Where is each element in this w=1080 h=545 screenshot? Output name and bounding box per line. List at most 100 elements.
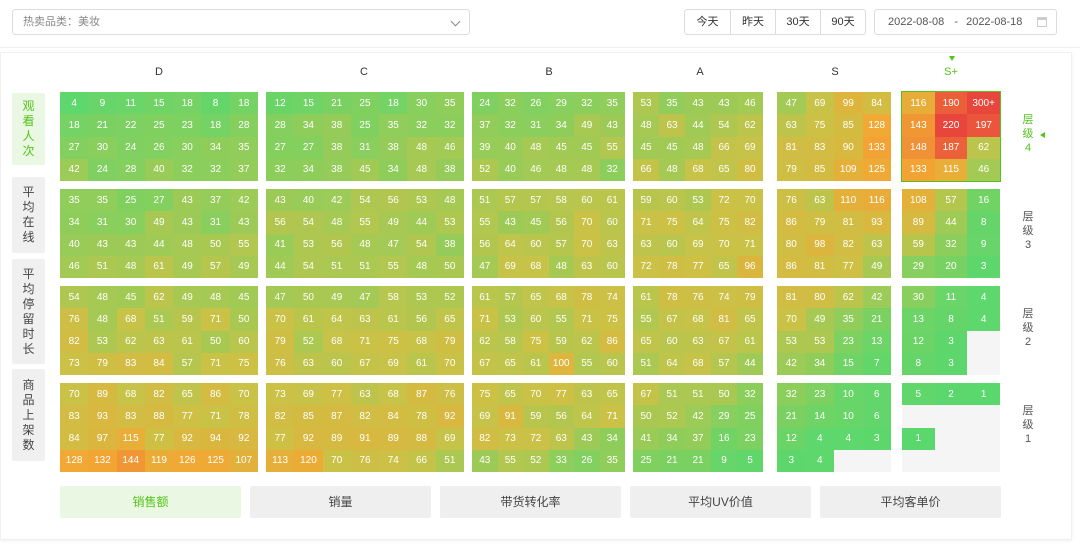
date-range-picker[interactable]: 2022-08-08 - 2022-08-18 — [874, 9, 1057, 35]
heatmap-cell[interactable]: 45 — [574, 136, 600, 159]
heatmap-cell[interactable]: 6 — [862, 383, 891, 406]
heatmap-cell[interactable]: 42 — [229, 189, 258, 212]
heatmap-cell[interactable]: 18 — [201, 114, 230, 137]
heatmap-cell[interactable]: 6 — [862, 405, 891, 428]
range-yesterday-button[interactable]: 昨天 — [730, 10, 775, 34]
heatmap-cell[interactable] — [934, 405, 968, 428]
heatmap-cell[interactable]: 51 — [88, 255, 117, 278]
bottom-tab-1[interactable]: 销量 — [250, 486, 431, 518]
heatmap-cell[interactable]: 88 — [144, 405, 174, 428]
heatmap-cell[interactable]: 50 — [229, 308, 258, 331]
heatmap-cell[interactable]: 94 — [201, 427, 230, 450]
heatmap-cell[interactable]: 70 — [322, 449, 351, 472]
heatmap-cell[interactable]: 26 — [144, 136, 174, 159]
heatmap-cell[interactable]: 68 — [685, 352, 711, 375]
heatmap-cell[interactable]: 76 — [777, 189, 806, 212]
heatmap-cell[interactable]: 77 — [144, 427, 174, 450]
heatmap-cell[interactable]: 83 — [116, 352, 145, 375]
heatmap-cell[interactable]: 10 — [834, 383, 863, 406]
heatmap-cell[interactable]: 30 — [902, 286, 935, 309]
heatmap-cell[interactable]: 85 — [294, 405, 323, 428]
heatmap-cell[interactable]: 57 — [711, 352, 737, 375]
heatmap-cell[interactable]: 78 — [229, 405, 258, 428]
heatmap-cell[interactable]: 72 — [711, 189, 737, 212]
heatmap-cell[interactable]: 85 — [834, 114, 863, 137]
heatmap-cell[interactable]: 62 — [834, 286, 863, 309]
heatmap-cell[interactable]: 63 — [574, 383, 600, 406]
heatmap-cell[interactable]: 51 — [472, 189, 498, 212]
heatmap-cell[interactable]: 69 — [497, 255, 523, 278]
heatmap-cell[interactable]: 70 — [777, 308, 806, 331]
heatmap-cell[interactable]: 148 — [902, 136, 935, 159]
heatmap-cell[interactable]: 78 — [659, 286, 685, 309]
heatmap-cell[interactable]: 10 — [834, 405, 863, 428]
heatmap-cell[interactable]: 76 — [685, 286, 711, 309]
heatmap-cell[interactable]: 48 — [116, 255, 145, 278]
range-today-button[interactable]: 今天 — [685, 10, 730, 34]
heatmap-cell[interactable]: 18 — [173, 92, 202, 115]
heatmap-cell[interactable]: 48 — [548, 255, 574, 278]
heatmap-cell[interactable]: 27 — [266, 136, 295, 159]
heatmap-cell[interactable]: 20 — [934, 255, 968, 278]
heatmap-cell[interactable] — [967, 330, 1000, 353]
heatmap-cell[interactable]: 63 — [574, 255, 600, 278]
heatmap-cell[interactable]: 48 — [407, 158, 436, 181]
heatmap-cell[interactable]: 54 — [407, 233, 436, 256]
heatmap-cell[interactable]: 4 — [834, 427, 863, 450]
heatmap-cell[interactable]: 25 — [350, 92, 380, 115]
heatmap-cell[interactable]: 63 — [548, 427, 574, 450]
heatmap-cell[interactable]: 70 — [523, 383, 549, 406]
heatmap-cell[interactable]: 73 — [60, 352, 89, 375]
heatmap-cell[interactable]: 66 — [711, 136, 737, 159]
heatmap-cell[interactable]: 90 — [834, 136, 863, 159]
heatmap-cell[interactable]: 81 — [777, 136, 806, 159]
heatmap-cell[interactable]: 70 — [711, 233, 737, 256]
heatmap-cell[interactable]: 57 — [934, 189, 968, 212]
heatmap-cell[interactable] — [967, 405, 1000, 428]
heatmap-cell[interactable]: 71 — [633, 211, 659, 234]
heatmap-cell[interactable]: 190 — [934, 92, 968, 115]
heatmap-cell[interactable]: 88 — [407, 427, 436, 450]
heatmap-cell[interactable]: 82 — [144, 383, 174, 406]
heatmap-cell[interactable]: 78 — [659, 255, 685, 278]
heatmap-cell[interactable]: 51 — [322, 255, 351, 278]
heatmap-cell[interactable]: 98 — [805, 233, 834, 256]
heatmap-cell[interactable]: 8 — [201, 92, 230, 115]
heatmap-cell[interactable]: 63 — [599, 233, 625, 256]
heatmap-cell[interactable]: 63 — [633, 233, 659, 256]
heatmap-cell[interactable]: 61 — [407, 352, 436, 375]
heatmap-cell[interactable]: 15 — [834, 352, 863, 375]
heatmap-cell[interactable]: 4 — [805, 427, 834, 450]
heatmap-cell[interactable]: 21 — [88, 114, 117, 137]
heatmap-cell[interactable]: 22 — [116, 114, 145, 137]
heatmap-cell[interactable]: 78 — [574, 286, 600, 309]
heatmap-cell[interactable]: 76 — [435, 383, 464, 406]
heatmap-cell[interactable]: 29 — [902, 255, 935, 278]
heatmap-cell[interactable]: 56 — [472, 233, 498, 256]
heatmap-cell[interactable]: 35 — [599, 449, 625, 472]
heatmap-cell[interactable]: 99 — [834, 92, 863, 115]
heatmap-cell[interactable]: 52 — [659, 405, 685, 428]
heatmap-cell[interactable]: 53 — [88, 330, 117, 353]
heatmap-cell[interactable]: 23 — [173, 114, 202, 137]
heatmap-cell[interactable]: 44 — [737, 352, 763, 375]
heatmap-cell[interactable]: 89 — [379, 427, 408, 450]
heatmap-cell[interactable] — [834, 449, 863, 472]
heatmap-cell[interactable]: 115 — [934, 158, 968, 181]
heatmap-cell[interactable]: 50 — [435, 255, 464, 278]
heatmap-cell[interactable]: 67 — [350, 352, 380, 375]
heatmap-cell[interactable]: 48 — [407, 136, 436, 159]
heatmap-cell[interactable]: 52 — [523, 449, 549, 472]
heatmap-cell[interactable]: 300+ — [967, 92, 1000, 115]
heatmap-cell[interactable]: 58 — [379, 286, 408, 309]
heatmap-cell[interactable]: 62 — [472, 330, 498, 353]
heatmap-cell[interactable]: 79 — [777, 158, 806, 181]
heatmap-cell[interactable]: 37 — [229, 158, 258, 181]
heatmap-cell[interactable]: 48 — [407, 255, 436, 278]
heatmap-cell[interactable]: 86 — [777, 211, 806, 234]
heatmap-cell[interactable]: 42 — [862, 286, 891, 309]
heatmap-cell[interactable]: 31 — [88, 211, 117, 234]
heatmap-cell[interactable]: 72 — [523, 427, 549, 450]
heatmap-cell[interactable]: 81 — [711, 308, 737, 331]
heatmap-cell[interactable]: 87 — [407, 383, 436, 406]
